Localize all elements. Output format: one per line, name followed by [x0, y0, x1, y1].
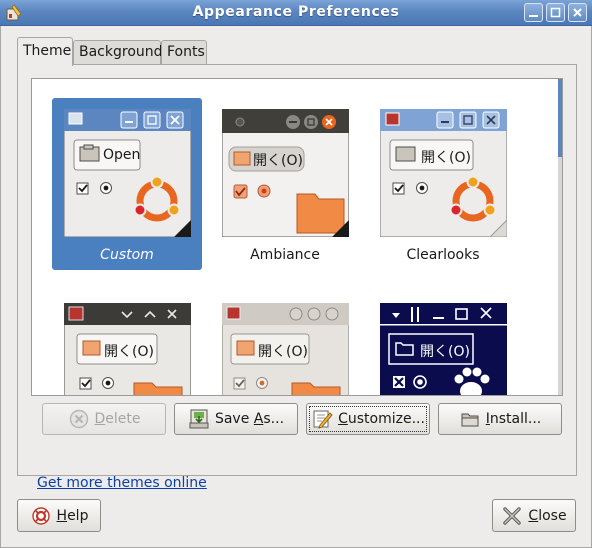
theme-name-clearlooks: Clearlooks	[406, 247, 480, 263]
window-title: Appearance Preferences	[192, 4, 400, 20]
theme-open-label-ambiance: 開く(O)	[253, 153, 303, 169]
theme-open-label-5: 開く(O)	[258, 344, 308, 360]
install-button[interactable]: Install...	[438, 403, 562, 435]
theme-open-label-4: 開く(O)	[104, 344, 154, 360]
theme-item-6[interactable]: 開く(O)	[368, 292, 518, 395]
tab-fonts[interactable]: Fonts	[161, 40, 207, 65]
theme-open-label-clearlooks: 開く(O)	[421, 150, 471, 166]
theme-open-label-custom: Open	[103, 147, 141, 163]
install-icon	[461, 413, 479, 427]
help-button[interactable]: Help	[17, 499, 101, 532]
close-x-icon	[503, 506, 522, 525]
help-icon	[31, 506, 50, 525]
close-window-button[interactable]	[568, 3, 587, 22]
theme-open-label-6: 開く(O)	[420, 344, 470, 360]
theme-item-clearlooks[interactable]: 開く(O) Clearlooks	[368, 98, 518, 270]
minimize-icon	[529, 15, 538, 17]
theme-icon-view[interactable]: Open Custom 開く(O) Ambiance 開く(O) Clearlo…	[31, 78, 563, 396]
close-icon	[573, 8, 582, 17]
theme-tab-panel: Open Custom 開く(O) Ambiance 開く(O) Clearlo…	[17, 64, 577, 476]
delete-label: Delete	[94, 411, 141, 427]
install-label: Install...	[485, 411, 542, 427]
customize-label: Customize...	[338, 411, 425, 427]
delete-icon	[69, 409, 88, 429]
close-label: Close	[528, 507, 567, 524]
window-titlebar[interactable]: Appearance Preferences	[0, 0, 592, 26]
theme-name-custom: Custom	[100, 247, 154, 263]
theme-name-ambiance: Ambiance	[250, 247, 320, 263]
save-as-label: Save As...	[214, 411, 285, 427]
customize-icon	[313, 410, 333, 429]
theme-preview-custom	[64, 109, 191, 237]
customize-button[interactable]: Customize...	[306, 403, 430, 435]
theme-view-scrollbar-thumb[interactable]	[558, 79, 562, 157]
tab-theme[interactable]: Theme	[17, 37, 73, 66]
delete-button[interactable]: Delete	[42, 403, 166, 435]
help-label: Help	[56, 507, 89, 524]
theme-item-4[interactable]: 開く(O)	[52, 292, 202, 395]
maximize-icon	[550, 7, 561, 18]
theme-item-5[interactable]: 開く(O)	[210, 292, 360, 395]
theme-preview-ambiance	[222, 109, 349, 237]
tab-background[interactable]: Background	[73, 40, 163, 65]
theme-preview-clearlooks	[380, 109, 507, 237]
close-button[interactable]: Close	[492, 499, 576, 532]
dialog-body: Theme Background Fonts Open Custom 開く(O)…	[0, 26, 592, 548]
get-more-themes-link[interactable]: Get more themes online	[37, 475, 207, 491]
save-as-icon	[189, 409, 209, 429]
maximize-button[interactable]	[546, 3, 565, 22]
minimize-button[interactable]	[524, 3, 543, 22]
theme-item-custom[interactable]: Open Custom	[52, 98, 202, 270]
theme-item-ambiance[interactable]: 開く(O) Ambiance	[210, 98, 360, 270]
save-as-button[interactable]: Save As...	[174, 403, 298, 435]
